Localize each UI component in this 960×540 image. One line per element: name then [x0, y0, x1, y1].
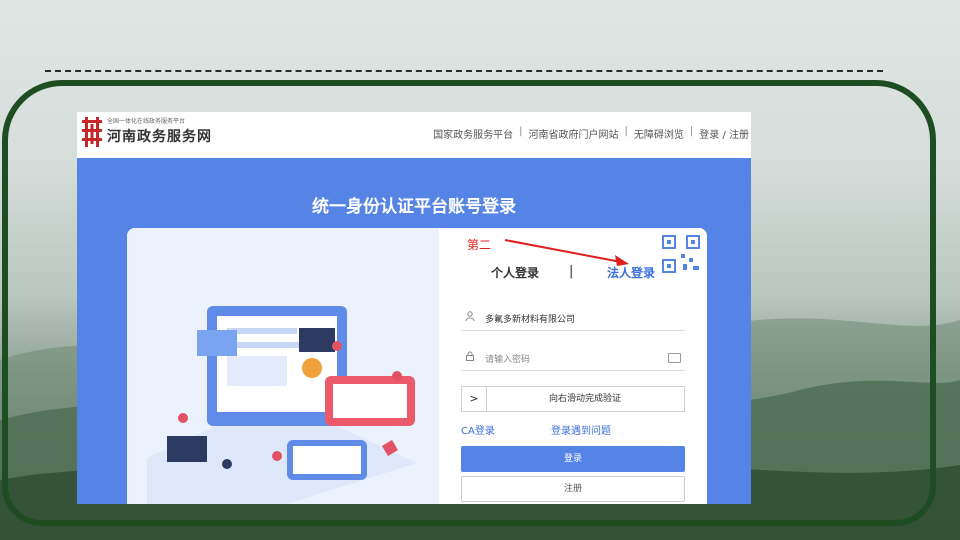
nav-separator: |: [689, 126, 694, 137]
tab-legal-login[interactable]: 法人登录: [607, 264, 655, 281]
illustration-image: [127, 228, 439, 504]
henan-emblem-icon: [82, 117, 102, 147]
password-placeholder: 请输入密码: [485, 355, 531, 365]
login-card: 第二 个人登录 | 法人登录 多氟多新材料有限公司 请输入密码 > 向右滑动完成…: [127, 228, 707, 504]
keyboard-icon[interactable]: [668, 353, 681, 363]
nav-link-login-register[interactable]: 登录 / 注册: [699, 126, 749, 141]
nav-link-accessibility[interactable]: 无障碍浏览: [634, 126, 684, 141]
company-name-value: 多氟多新材料有限公司: [485, 315, 576, 325]
slider-handle[interactable]: >: [462, 387, 487, 411]
ca-login-link[interactable]: CA登录: [461, 422, 495, 437]
login-form-panel: 第二 个人登录 | 法人登录 多氟多新材料有限公司 请输入密码 > 向右滑动完成…: [441, 228, 707, 504]
nav-separator: |: [624, 126, 628, 137]
lock-icon: [466, 351, 474, 361]
tab-separator: |: [569, 264, 574, 279]
slider-text: 向右滑动完成验证: [548, 394, 621, 404]
register-button[interactable]: 注册: [461, 476, 685, 502]
password-field[interactable]: 请输入密码: [461, 344, 685, 371]
annotation-second: 第二: [467, 238, 492, 252]
company-name-field[interactable]: 多氟多新材料有限公司: [461, 304, 685, 331]
top-nav: 国家政务服务平台 | 河南省政府门户网站 | 无障碍浏览 | 登录 / 注册: [433, 126, 749, 141]
site-header: 全国一体化在线政务服务平台 河南政务服务网 国家政务服务平台 | 河南省政府门户…: [77, 112, 751, 158]
logo-subtitle: 全国一体化在线政务服务平台: [107, 118, 186, 125]
logo-title[interactable]: 河南政务服务网: [107, 126, 212, 146]
login-problem-link[interactable]: 登录遇到问题: [551, 422, 611, 437]
website-screenshot: 全国一体化在线政务服务平台 河南政务服务网 国家政务服务平台 | 河南省政府门户…: [77, 112, 751, 504]
user-icon: [465, 311, 475, 321]
page-title: 统一身份认证平台账号登录: [312, 197, 516, 217]
dashed-divider: [45, 70, 883, 72]
nav-link-national[interactable]: 国家政务服务平台: [433, 126, 513, 141]
slide-verify[interactable]: > 向右滑动完成验证: [461, 386, 685, 412]
tab-personal-login[interactable]: 个人登录: [491, 264, 539, 281]
nav-separator: |: [519, 126, 523, 137]
nav-link-henan-portal[interactable]: 河南省政府门户网站: [529, 126, 619, 141]
login-button[interactable]: 登录: [461, 446, 685, 472]
login-tabs: 个人登录 | 法人登录: [441, 264, 707, 286]
